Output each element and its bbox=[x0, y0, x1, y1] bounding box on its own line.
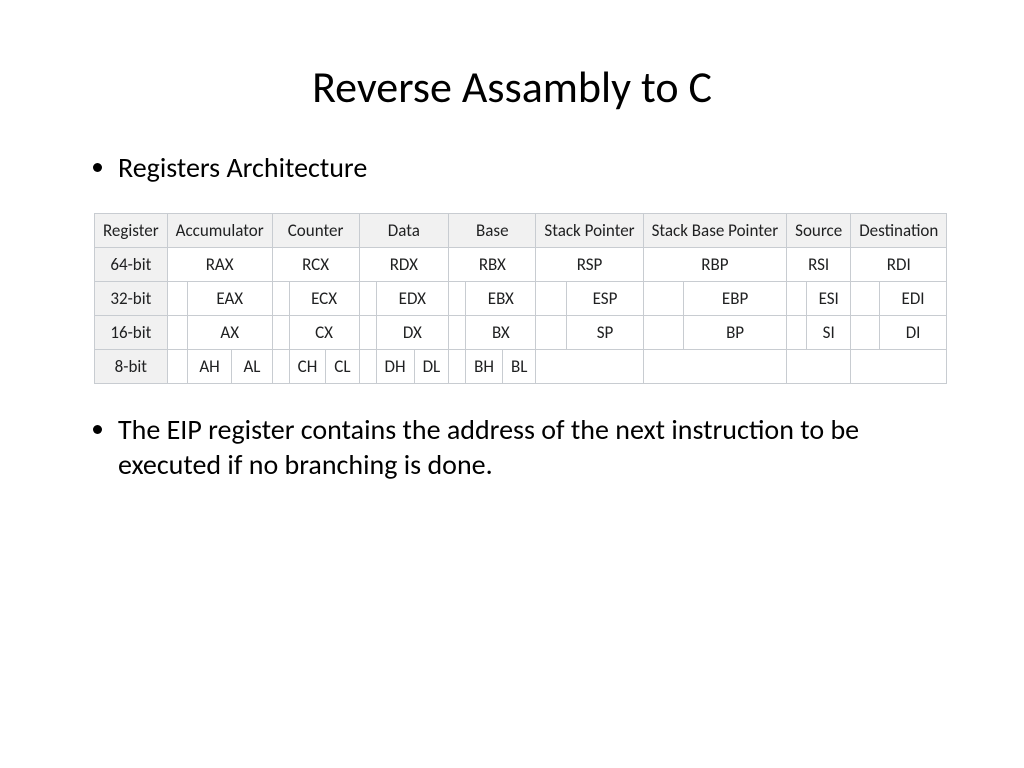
cell-ch: CH bbox=[289, 350, 326, 384]
row-64bit: 64-bit RAX RCX RDX RBX RSP RBP RSI RDI bbox=[95, 248, 947, 282]
hdr-source: Source bbox=[787, 214, 851, 248]
blank bbox=[787, 316, 807, 350]
cell-eax: EAX bbox=[187, 282, 272, 316]
blank bbox=[643, 316, 683, 350]
cell-rdi: RDI bbox=[851, 248, 947, 282]
row-label-8: 8-bit bbox=[95, 350, 168, 384]
row-label-32: 32-bit bbox=[95, 282, 168, 316]
blank bbox=[167, 316, 187, 350]
bullet-list-2: The EIP register contains the address of… bbox=[90, 412, 934, 482]
blank bbox=[851, 350, 947, 384]
blank bbox=[787, 350, 851, 384]
cell-rax: RAX bbox=[167, 248, 272, 282]
hdr-accumulator: Accumulator bbox=[167, 214, 272, 248]
hdr-base: Base bbox=[449, 214, 536, 248]
cell-ebp: EBP bbox=[684, 282, 787, 316]
blank bbox=[449, 282, 466, 316]
blank bbox=[643, 350, 787, 384]
cell-cl: CL bbox=[326, 350, 359, 384]
slide: Reverse Assambly to C Registers Architec… bbox=[0, 0, 1024, 550]
row-8bit: 8-bit AH AL CH CL DH DL BH BL bbox=[95, 350, 947, 384]
cell-rdx: RDX bbox=[359, 248, 449, 282]
cell-ebx: EBX bbox=[466, 282, 536, 316]
blank bbox=[851, 316, 880, 350]
blank bbox=[851, 282, 880, 316]
cell-bl: BL bbox=[503, 350, 536, 384]
blank bbox=[449, 350, 466, 384]
hdr-stack-pointer: Stack Pointer bbox=[536, 214, 643, 248]
cell-bx: BX bbox=[466, 316, 536, 350]
table-header-row: Register Accumulator Counter Data Base S… bbox=[95, 214, 947, 248]
blank bbox=[536, 350, 643, 384]
cell-rsp: RSP bbox=[536, 248, 643, 282]
cell-edx: EDX bbox=[376, 282, 449, 316]
hdr-register: Register bbox=[95, 214, 168, 248]
cell-rsi: RSI bbox=[787, 248, 851, 282]
cell-rbp: RBP bbox=[643, 248, 787, 282]
blank bbox=[643, 282, 683, 316]
blank bbox=[272, 282, 289, 316]
cell-al: AL bbox=[232, 350, 272, 384]
blank bbox=[167, 282, 187, 316]
cell-bh: BH bbox=[466, 350, 503, 384]
slide-title: Reverse Assambly to C bbox=[90, 60, 934, 114]
hdr-destination: Destination bbox=[851, 214, 947, 248]
cell-di: DI bbox=[879, 316, 947, 350]
blank bbox=[272, 350, 289, 384]
cell-cx: CX bbox=[289, 316, 359, 350]
bullet-eip-description: The EIP register contains the address of… bbox=[118, 412, 934, 482]
register-table-wrap: Register Accumulator Counter Data Base S… bbox=[94, 213, 934, 384]
cell-ax: AX bbox=[187, 316, 272, 350]
blank bbox=[449, 316, 466, 350]
cell-rbx: RBX bbox=[449, 248, 536, 282]
cell-ecx: ECX bbox=[289, 282, 359, 316]
row-16bit: 16-bit AX CX DX BX SP BP SI DI bbox=[95, 316, 947, 350]
blank bbox=[359, 350, 376, 384]
blank bbox=[167, 350, 187, 384]
blank bbox=[536, 316, 567, 350]
hdr-counter: Counter bbox=[272, 214, 359, 248]
cell-esp: ESP bbox=[567, 282, 643, 316]
bullet-list: Registers Architecture bbox=[90, 150, 934, 185]
cell-ah: AH bbox=[187, 350, 231, 384]
row-32bit: 32-bit EAX ECX EDX EBX ESP EBP ESI bbox=[95, 282, 947, 316]
row-label-16: 16-bit bbox=[95, 316, 168, 350]
cell-edi: EDI bbox=[879, 282, 947, 316]
blank bbox=[359, 282, 376, 316]
row-label-64: 64-bit bbox=[95, 248, 168, 282]
blank bbox=[359, 316, 376, 350]
blank bbox=[787, 282, 807, 316]
hdr-stack-base-pointer: Stack Base Pointer bbox=[643, 214, 787, 248]
bullet-registers-architecture: Registers Architecture bbox=[118, 150, 934, 185]
cell-dh: DH bbox=[376, 350, 414, 384]
cell-sp: SP bbox=[567, 316, 643, 350]
cell-dx: DX bbox=[376, 316, 449, 350]
blank bbox=[536, 282, 567, 316]
cell-bp: BP bbox=[684, 316, 787, 350]
cell-dl: DL bbox=[414, 350, 449, 384]
cell-si: SI bbox=[807, 316, 851, 350]
cell-esi: ESI bbox=[807, 282, 851, 316]
hdr-data: Data bbox=[359, 214, 449, 248]
cell-rcx: RCX bbox=[272, 248, 359, 282]
blank bbox=[272, 316, 289, 350]
register-table: Register Accumulator Counter Data Base S… bbox=[94, 213, 947, 384]
